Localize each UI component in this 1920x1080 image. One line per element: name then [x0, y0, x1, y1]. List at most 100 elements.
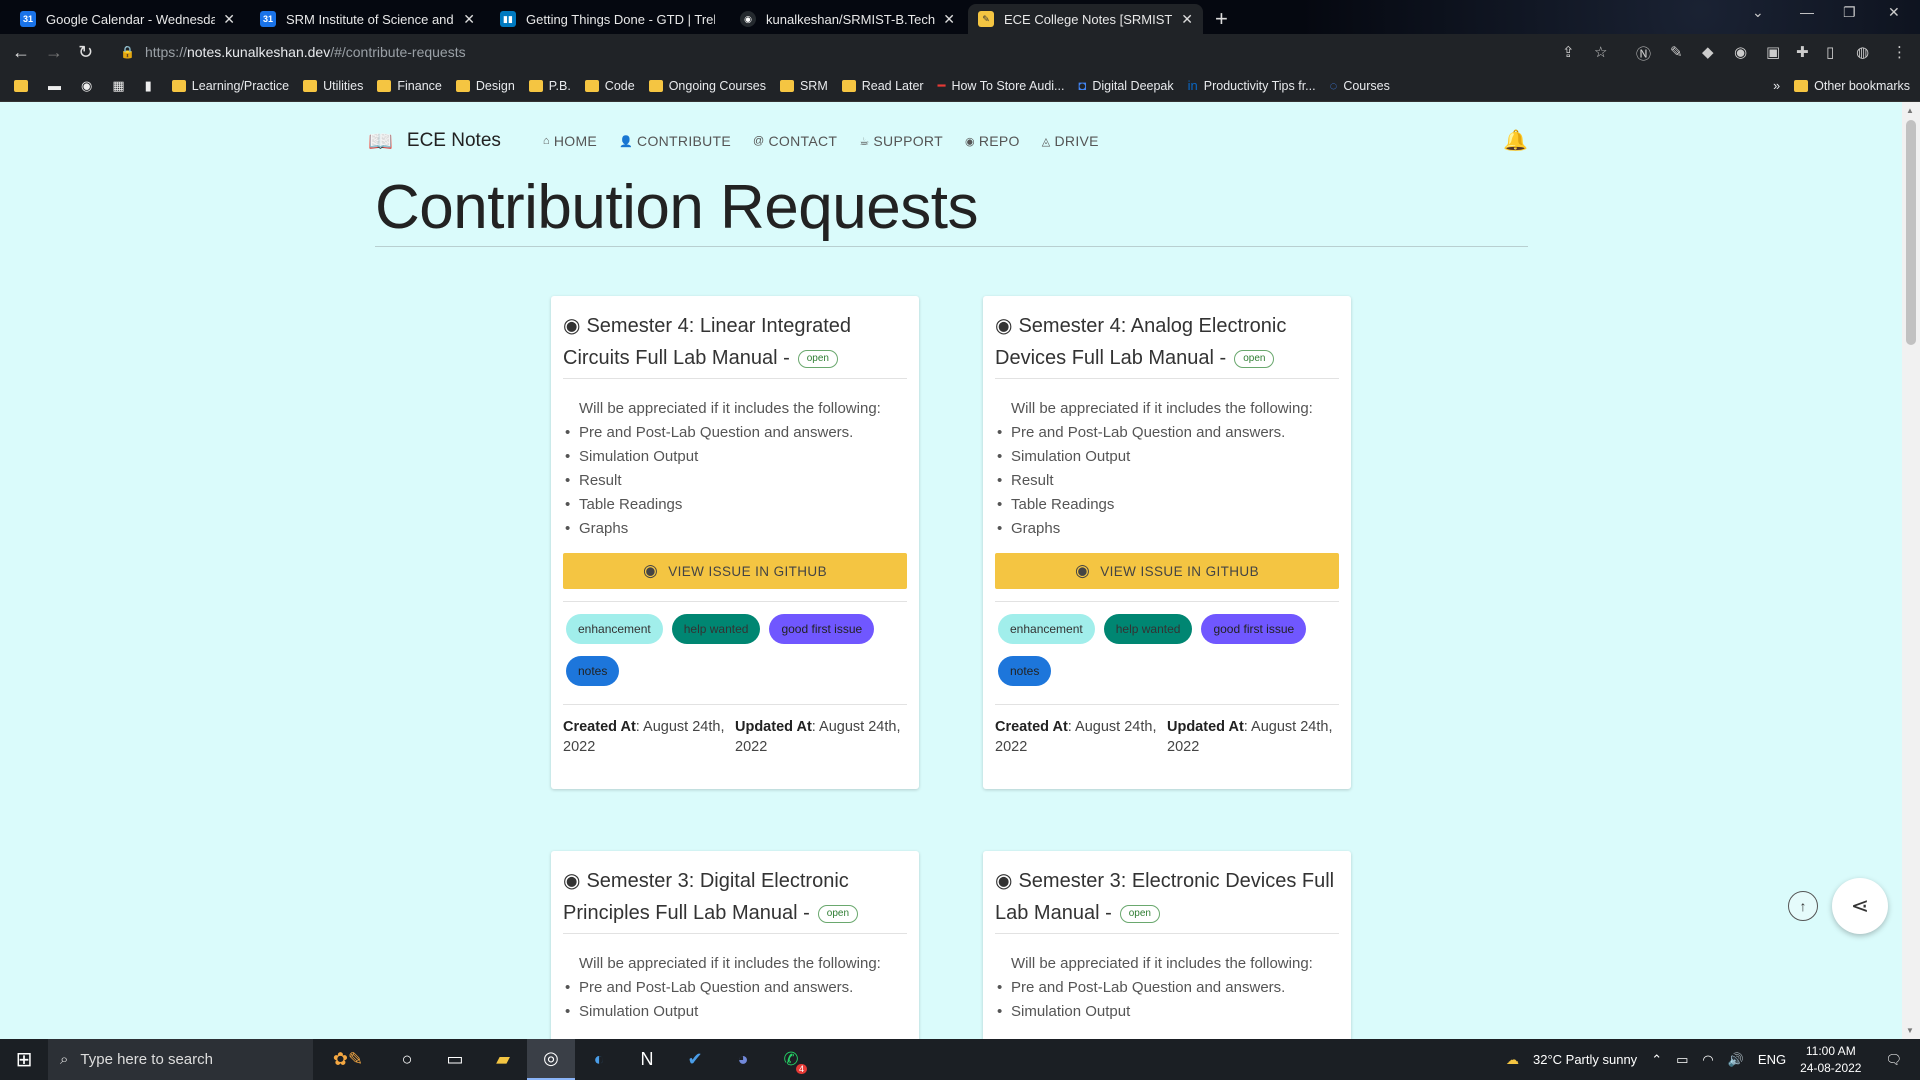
wifi-icon[interactable]: ◠	[1702, 1052, 1713, 1068]
nav-home[interactable]: ⌂ HOME	[543, 133, 597, 149]
nav-support[interactable]: ☕ SUPPORT	[859, 133, 943, 149]
close-tab-icon[interactable]: ✕	[1181, 11, 1193, 28]
label-badge[interactable]: notes	[998, 656, 1052, 686]
close-window-button[interactable]: ✕	[1888, 4, 1900, 21]
bookmark-folder-ongoing-courses[interactable]: Ongoing Courses	[648, 79, 766, 93]
bookmark[interactable]: ◉	[81, 78, 98, 94]
browser-tab-active[interactable]: ✎ ECE College Notes [SRMIST | 202✕	[968, 4, 1203, 34]
extension-icon[interactable]: ◉	[1734, 43, 1747, 61]
other-bookmarks-folder[interactable]: Other bookmarks	[1794, 79, 1910, 93]
address-bar[interactable]: 🔒 https://notes.kunalkeshan.dev/#/contri…	[108, 38, 1608, 66]
nav-contribute[interactable]: 👤 CONTRIBUTE	[619, 133, 731, 149]
bookmark-folder[interactable]	[14, 79, 34, 92]
search-highlight-icon[interactable]: ✿✎	[313, 1039, 383, 1080]
bookmark-folder-code[interactable]: Code	[584, 79, 635, 93]
linkedin-icon: in	[1187, 78, 1198, 93]
bookmark-productivity[interactable]: in Productivity Tips fr...	[1188, 78, 1316, 93]
taskbar-search[interactable]: ⌕ Type here to search	[48, 1039, 313, 1080]
bookmark[interactable]: ▬	[48, 78, 67, 93]
extensions-puzzle-icon[interactable]: ✚	[1796, 43, 1809, 61]
bookmark[interactable]: ▦	[112, 78, 130, 94]
label-badge[interactable]: enhancement	[566, 614, 663, 644]
browser-tab[interactable]: ▮▮ Getting Things Done - GTD | Trell	[490, 4, 725, 34]
chrome-icon[interactable]: ◎	[527, 1039, 575, 1080]
scroll-down-arrow-icon[interactable]: ▼	[1906, 1026, 1914, 1035]
close-tab-icon[interactable]: ✕	[463, 11, 475, 28]
new-tab-button[interactable]: +	[1215, 6, 1228, 32]
share-page-icon[interactable]: ⇪	[1562, 43, 1575, 61]
view-issue-button[interactable]: ◉ VIEW ISSUE IN GITHUB	[995, 553, 1339, 589]
browser-tab[interactable]: 31 Google Calendar - Wednesday, A✕	[10, 4, 245, 34]
close-tab-icon[interactable]: ✕	[223, 11, 235, 28]
tray-overflow-icon[interactable]: ⌃	[1651, 1052, 1662, 1068]
scroll-to-top-button[interactable]: ↑	[1788, 891, 1818, 921]
label-badge[interactable]: good first issue	[1201, 614, 1307, 644]
extension-icon[interactable]: ▣	[1766, 43, 1780, 61]
minimize-button[interactable]: —	[1800, 4, 1814, 20]
bookmark-folder-learning[interactable]: Learning/Practice	[171, 79, 289, 93]
notification-center-icon[interactable]: 🗨	[1885, 1052, 1902, 1068]
github-icon: ◉	[995, 315, 1013, 337]
bookmark-folder-srm[interactable]: SRM	[779, 79, 828, 93]
browser-icon[interactable]: ◐	[575, 1039, 623, 1080]
bookmark-folder-utilities[interactable]: Utilities	[303, 79, 363, 93]
nav-drive[interactable]: ◬ DRIVE	[1042, 133, 1099, 149]
taskbar-clock[interactable]: 11:00 AM 24-08-2022	[1800, 1043, 1861, 1077]
side-panel-icon[interactable]: ▯	[1826, 43, 1834, 61]
label-badge[interactable]: help wanted	[671, 614, 761, 644]
label-badge[interactable]: good first issue	[769, 614, 875, 644]
extension-icon[interactable]: ◆	[1702, 43, 1714, 61]
extension-icon[interactable]: ✎	[1670, 43, 1683, 61]
file-explorer-icon[interactable]: ▰	[479, 1039, 527, 1080]
notion-icon[interactable]: N	[623, 1039, 671, 1080]
bookmark-folder-finance[interactable]: Finance	[377, 79, 442, 93]
discord-icon[interactable]: ◕	[719, 1039, 767, 1080]
device-icon[interactable]: ▭	[1676, 1052, 1688, 1068]
windows-start-icon[interactable]: ⊞	[0, 1047, 48, 1072]
browser-tab[interactable]: ◉ kunalkeshan/SRMIST-B.Tech-ECE✕	[730, 4, 965, 34]
menu-kebab-icon[interactable]: ⋮	[1892, 43, 1907, 61]
task-view-icon[interactable]: ▭	[431, 1039, 479, 1080]
label-badge[interactable]: enhancement	[998, 614, 1095, 644]
list-item: Simulation Output	[565, 1000, 891, 1024]
folder-icon	[1794, 79, 1809, 92]
scrollbar-thumb[interactable]	[1906, 120, 1916, 345]
bookmark-star-icon[interactable]: ☆	[1594, 43, 1607, 61]
notification-bell-icon[interactable]: 🔔	[1503, 128, 1528, 153]
notion-extension-icon[interactable]: Ⓝ	[1636, 43, 1651, 64]
label-badge[interactable]: help wanted	[1103, 614, 1193, 644]
github-icon: ◉	[642, 561, 659, 580]
site-brand[interactable]: 📖 ECE Notes	[368, 129, 501, 154]
nav-contact[interactable]: @ CONTACT	[753, 133, 837, 149]
back-icon[interactable]: ←	[12, 42, 30, 63]
browser-tab[interactable]: 31 SRM Institute of Science and Tec✕	[250, 4, 485, 34]
weather-text[interactable]: 32°C Partly sunny	[1533, 1052, 1637, 1067]
profile-avatar-icon[interactable]: ◍	[1856, 43, 1869, 61]
bookmark-folder-design[interactable]: Design	[455, 79, 515, 93]
cortana-icon[interactable]: ○	[383, 1039, 431, 1080]
status-badge: open	[1234, 349, 1275, 368]
bookmark-folder-pb[interactable]: P.B.	[528, 79, 571, 93]
label-badge[interactable]: notes	[566, 656, 620, 686]
bookmark-folder-read-later[interactable]: Read Later	[841, 79, 924, 93]
todo-icon[interactable]: ✔	[671, 1039, 719, 1080]
forward-icon[interactable]: →	[45, 42, 63, 63]
close-tab-icon[interactable]: ✕	[943, 11, 955, 28]
whatsapp-icon[interactable]: ✆ 4	[767, 1039, 815, 1080]
nav-repo[interactable]: ◉ REPO	[965, 133, 1020, 149]
language-indicator[interactable]: ENG	[1758, 1052, 1786, 1067]
more-bookmarks-button[interactable]: »	[1773, 79, 1780, 93]
bookmark-digital-deepak[interactable]: ◘ Digital Deepak	[1078, 78, 1173, 93]
issue-description: Will be appreciated if it includes the f…	[563, 383, 907, 547]
bookmark-courses[interactable]: ◌ Courses	[1330, 78, 1390, 93]
bookmark[interactable]: ▮	[145, 78, 158, 94]
volume-icon[interactable]: 🔊	[1728, 1052, 1744, 1068]
reload-icon[interactable]: ↻	[78, 42, 93, 63]
scroll-up-arrow-icon[interactable]: ▲	[1906, 106, 1914, 115]
maximize-button[interactable]: ❐	[1843, 4, 1856, 21]
share-button[interactable]: ⋖	[1832, 878, 1888, 934]
view-issue-button[interactable]: ◉ VIEW ISSUE IN GITHUB	[563, 553, 907, 589]
page-scrollbar[interactable]: ▲ ▼	[1902, 102, 1920, 1039]
tab-search-icon[interactable]: ⌄	[1752, 4, 1764, 21]
bookmark-audio[interactable]: ━ How To Store Audi...	[938, 78, 1065, 94]
